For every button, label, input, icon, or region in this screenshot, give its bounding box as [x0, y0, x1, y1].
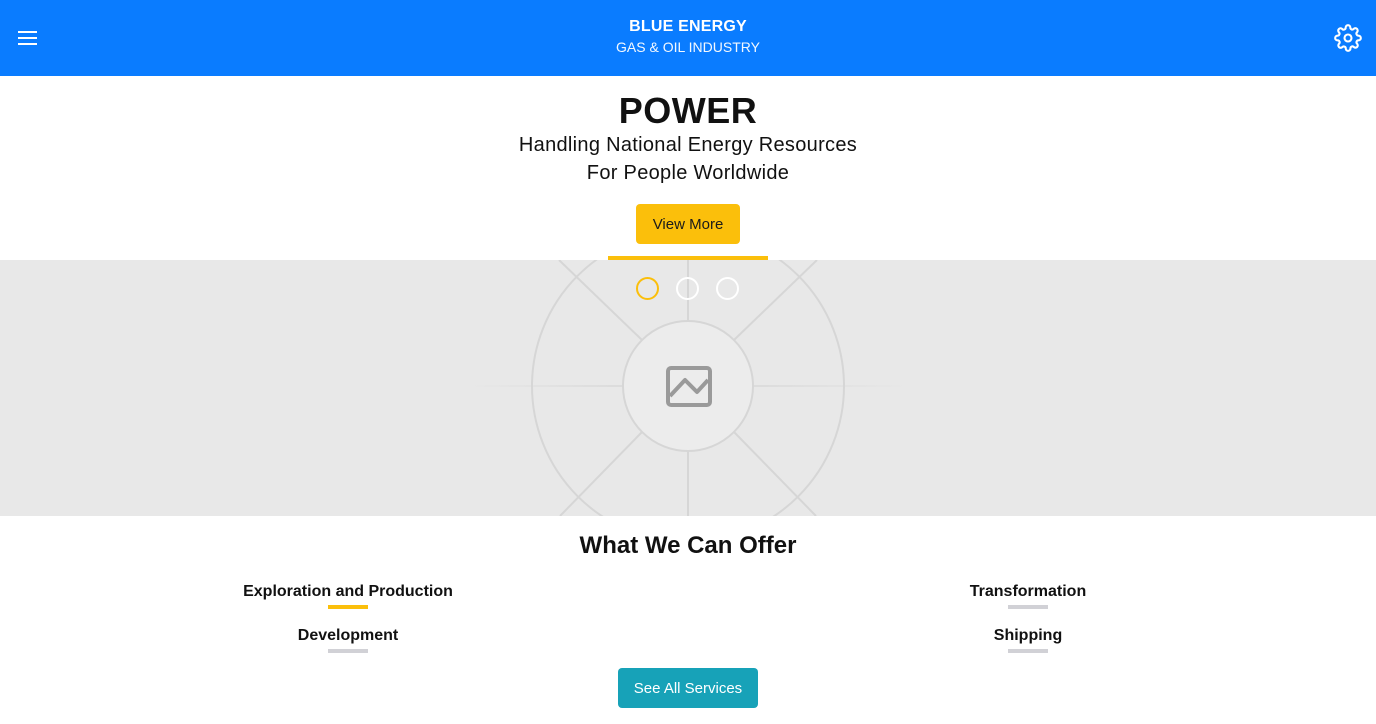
- hero-section: POWER Handling National Energy Resources…: [0, 76, 1376, 260]
- service-development[interactable]: Development: [198, 627, 498, 653]
- brand-subtitle: GAS & OIL INDUSTRY: [616, 39, 760, 55]
- brand: BLUE ENERGY GAS & OIL INDUSTRY: [0, 18, 1376, 55]
- gear-icon[interactable]: [1334, 24, 1362, 52]
- service-label: Exploration and Production: [243, 583, 453, 600]
- carousel-dot-2[interactable]: [676, 277, 699, 300]
- carousel-indicators: [636, 277, 740, 301]
- hero-title: POWER: [618, 90, 758, 131]
- service-transformation[interactable]: Transformation: [878, 583, 1178, 609]
- see-all-services-button[interactable]: See All Services: [618, 668, 758, 708]
- service-shipping[interactable]: Shipping: [878, 627, 1178, 653]
- carousel-dot-1[interactable]: [636, 277, 659, 300]
- brand-title: BLUE ENERGY: [629, 18, 747, 35]
- service-label: Transformation: [969, 583, 1087, 600]
- hero-tagline-line-2: For People Worldwide: [586, 162, 790, 184]
- service-indicator-bar: [1008, 605, 1048, 609]
- service-indicator-bar: [1008, 649, 1048, 653]
- hero-tagline-line-1: Handling National Energy Resources: [518, 134, 858, 156]
- carousel-dot-3[interactable]: [716, 277, 739, 300]
- service-indicator-bar: [328, 605, 368, 609]
- carousel-image-area: [0, 260, 1376, 516]
- service-label: Development: [297, 627, 399, 644]
- service-label: Shipping: [993, 627, 1063, 644]
- services-title: What We Can Offer: [579, 532, 797, 559]
- service-exploration-and-production[interactable]: Exploration and Production: [198, 583, 498, 609]
- view-more-button[interactable]: View More: [636, 204, 740, 244]
- top-app-bar: BLUE ENERGY GAS & OIL INDUSTRY: [0, 0, 1376, 76]
- service-indicator-bar: [328, 649, 368, 653]
